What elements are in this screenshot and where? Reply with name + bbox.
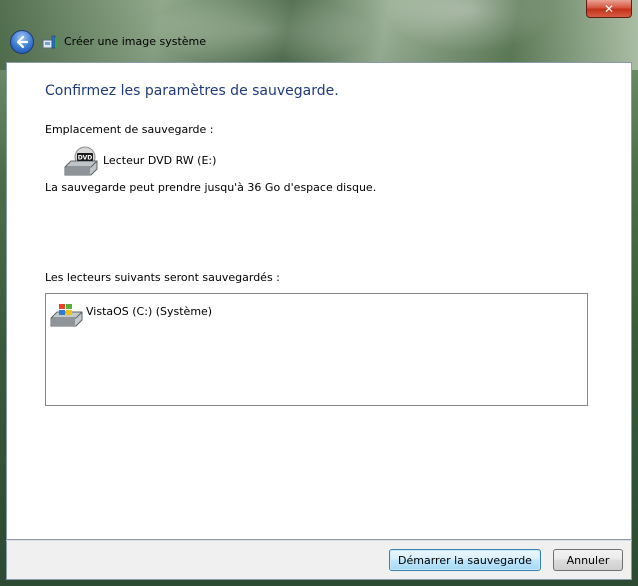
start-backup-button[interactable]: Démarrer la sauvegarde [389,549,541,571]
back-arrow-icon [16,35,29,49]
backup-location-drive: DVD Lecteur DVD RW (E:) [63,145,263,181]
dvd-drive-icon: DVD [64,146,98,176]
close-icon: ✕ [603,1,615,16]
windows-drive-icon [50,304,83,327]
backup-app-icon [42,35,57,49]
close-button[interactable]: ✕ [586,0,632,18]
content-pane: Confirmez les paramètres de sauvegarde. … [6,62,632,540]
cancel-button[interactable]: Annuler [553,549,623,571]
drive-label: VistaOS (C:) (Système) [86,305,213,318]
window-frame: ✕ Créer une image système Confirmez les … [0,0,638,586]
window-title: Créer une image système [64,35,207,48]
drives-list-label: Les lecteurs suivants seront sauvegardés… [45,271,280,284]
back-button[interactable] [10,30,34,54]
space-note: La sauvegarde peut prendre jusqu'à 36 Go… [45,181,377,194]
dialog-footer: Démarrer la sauvegarde Annuler [6,540,632,580]
svg-text:DVD: DVD [78,155,93,162]
drives-listbox[interactable]: VistaOS (C:) (Système) [45,293,588,406]
list-item[interactable]: VistaOS (C:) (Système) [50,302,270,330]
backup-location-drive-label: Lecteur DVD RW (E:) [103,154,217,167]
page-title: Confirmez les paramètres de sauvegarde. [45,83,339,99]
backup-location-label: Emplacement de sauvegarde : [45,123,214,136]
